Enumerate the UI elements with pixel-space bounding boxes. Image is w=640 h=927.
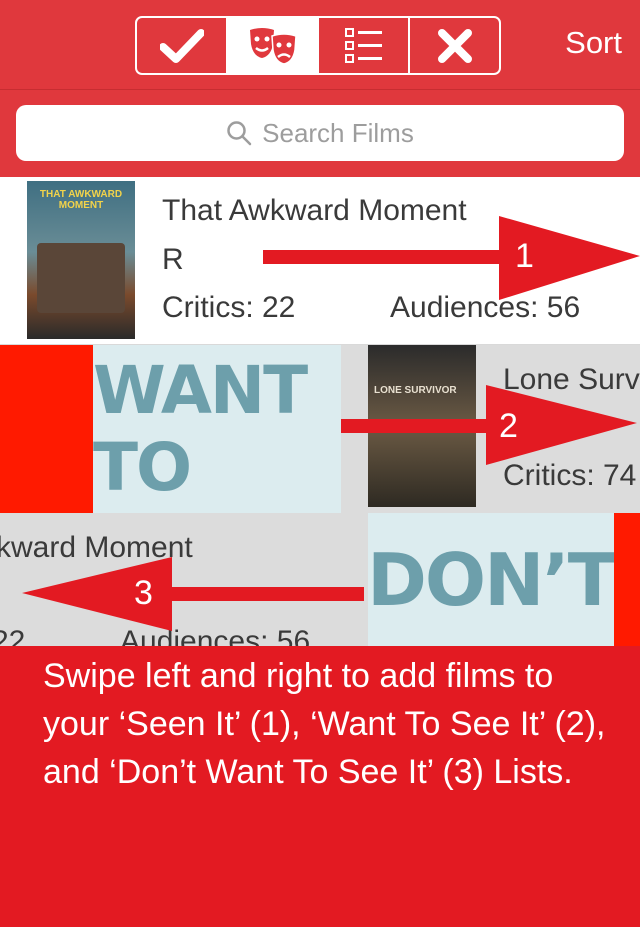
toolbar-divider xyxy=(0,89,640,90)
film-poster: THAT AWKWARD MOMENT xyxy=(27,181,135,339)
swipe-tip-overlay[interactable]: Swipe left and right to add films to you… xyxy=(0,646,640,927)
arrow-right-2 xyxy=(341,385,637,465)
search-placeholder: Search Films xyxy=(262,117,414,148)
arrow-number-1: 1 xyxy=(515,237,534,275)
close-icon xyxy=(437,28,472,63)
arrow-left-3 xyxy=(22,557,364,631)
arrow-number-2: 2 xyxy=(499,407,518,445)
want-to-see-tab[interactable] xyxy=(228,18,319,73)
want-to-stamp: WANT TO xyxy=(93,345,341,513)
want-to-label: WANT TO xyxy=(93,352,308,506)
checkmark-icon xyxy=(159,28,204,63)
arrow-right-1 xyxy=(263,216,640,300)
poster-title: THAT AWKWARD MOMENT xyxy=(39,189,123,211)
list-tab[interactable] xyxy=(319,18,410,73)
swipe-tip-text: Swipe left and right to add films to you… xyxy=(43,657,606,791)
swipe-action-background xyxy=(614,513,640,646)
theater-masks-icon xyxy=(249,27,297,65)
list-icon xyxy=(344,27,382,63)
search-input[interactable]: Search Films xyxy=(16,105,624,161)
dont-stamp: DON’T xyxy=(368,513,614,646)
film-rating: R xyxy=(162,243,184,276)
swipe-action-background xyxy=(0,345,93,513)
seen-it-tab[interactable] xyxy=(137,18,228,73)
dont-want-tab[interactable] xyxy=(410,18,499,73)
list-filter-segmented-control xyxy=(135,16,501,75)
dont-label: DON’T xyxy=(368,537,614,622)
search-icon xyxy=(227,121,252,146)
sort-button[interactable]: Sort xyxy=(565,25,622,61)
top-bar: Sort Search Films xyxy=(0,0,640,177)
poster-figures xyxy=(37,243,125,313)
arrow-number-3: 3 xyxy=(134,574,153,612)
